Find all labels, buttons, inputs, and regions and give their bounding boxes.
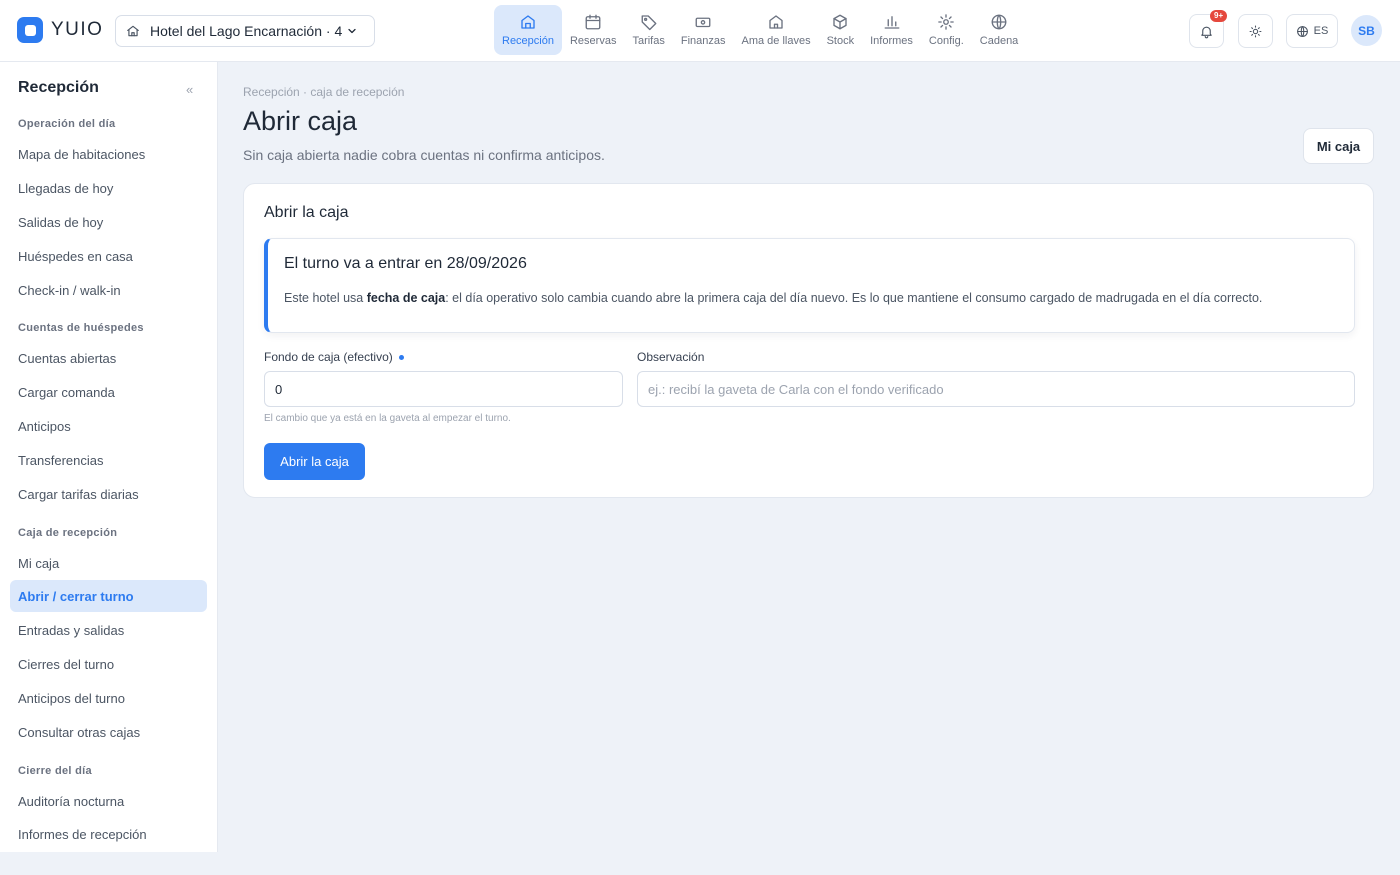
sidebar-section-label: Operación del día [18, 118, 116, 130]
note-label: Observación [637, 350, 705, 364]
sidebar-item-shift-advances[interactable]: Anticipos del turno [10, 682, 207, 714]
sidebar-section-label: Cierre del día [18, 765, 92, 777]
sidebar-title: Recepción [18, 79, 99, 96]
nav-rates[interactable]: Tarifas [624, 5, 672, 55]
hotel-icon [126, 24, 140, 38]
nav-label: Stock [826, 35, 855, 47]
required-indicator [398, 355, 404, 361]
collapse-sidebar-icon[interactable]: « [186, 82, 193, 97]
house-icon [767, 13, 785, 31]
sidebar-section-label: Caja de recepción [18, 527, 118, 539]
nav-reception[interactable]: Recepción [494, 5, 562, 55]
language-code: ES [1313, 25, 1329, 37]
reception-icon [519, 13, 537, 31]
top-bar: YUIO Hotel del Lago Encarnación · 4 Rece… [0, 0, 1400, 62]
sidebar-item-advances[interactable]: Anticipos [10, 410, 207, 442]
logo-icon [17, 17, 43, 43]
card-title: Abrir la caja [264, 204, 349, 221]
nav-label: Informes [870, 35, 913, 47]
page-title: Abrir caja [243, 106, 358, 136]
user-avatar[interactable]: SB [1351, 15, 1382, 46]
sidebar-item-daily-rates[interactable]: Cargar tarifas diarias [10, 478, 207, 510]
open-box-card: Abrir la caja El turno va a entrar en 28… [243, 183, 1374, 498]
open-box-button[interactable]: Abrir la caja [264, 443, 365, 480]
hotel-name: Hotel del Lago Encarnación · 4 [150, 23, 343, 39]
hotel-selector[interactable]: Hotel del Lago Encarnación · 4 [115, 15, 375, 47]
notifications-button[interactable]: 9+ [1189, 10, 1228, 48]
sidebar-item-arrivals[interactable]: Llegadas de hoy [10, 172, 207, 204]
sidebar-item-departures[interactable]: Salidas de hoy [10, 206, 207, 238]
sidebar-item-checkin[interactable]: Check-in / walk-in [10, 274, 207, 306]
brand-name: YUIO [51, 19, 104, 40]
globe-icon [990, 13, 1008, 31]
sun-icon [1249, 25, 1262, 38]
theme-toggle-button[interactable] [1238, 14, 1273, 48]
nav-label: Finanzas [680, 35, 726, 47]
nav-finance[interactable]: Finanzas [673, 5, 734, 55]
notice-emphasis: fecha de caja [366, 291, 446, 305]
bell-icon [1199, 24, 1214, 39]
sidebar-item-in-house[interactable]: Huéspedes en casa [10, 240, 207, 272]
notice-text: Este hotel usa fecha de caja: el día ope… [284, 291, 1263, 305]
notice-title: El turno va a entrar en 28/09/2026 [284, 255, 527, 272]
fund-hint: El cambio que ya está en la gaveta al em… [264, 413, 511, 424]
nav-reports[interactable]: Informes [862, 5, 921, 55]
nav-settings[interactable]: Config. [921, 5, 972, 55]
cash-icon [694, 13, 712, 31]
avatar-initials: SB [1351, 15, 1382, 46]
sidebar-item-shift-closings[interactable]: Cierres del turno [10, 648, 207, 680]
nav-label: Tarifas [632, 35, 665, 47]
fund-label: Fondo de caja (efectivo) [264, 350, 404, 364]
sidebar-item-other-boxes[interactable]: Consultar otras cajas [10, 716, 207, 748]
nav-label: Recepción [502, 35, 554, 47]
calendar-icon [584, 13, 602, 31]
sidebar-item-charge-order[interactable]: Cargar comanda [10, 376, 207, 408]
sidebar-item-room-map[interactable]: Mapa de habitaciones [10, 138, 207, 170]
nav-label: Config. [928, 35, 964, 47]
nav-label: Reservas [569, 35, 617, 47]
notification-badge: 9+ [1210, 10, 1228, 22]
page-subtitle: Sin caja abierta nadie cobra cuentas ni … [243, 147, 605, 163]
sidebar-section-label: Cuentas de huéspedes [18, 322, 144, 334]
nav-label: Cadena [979, 35, 1019, 47]
sidebar-item-my-box[interactable]: Mi caja [10, 547, 207, 579]
box-icon [831, 13, 849, 31]
my-box-button[interactable]: Mi caja [1303, 128, 1374, 164]
nav-housekeeping[interactable]: Ama de llaves [734, 5, 819, 55]
tag-icon [640, 13, 658, 31]
sidebar-item-reception-reports[interactable]: Informes de recepción [10, 818, 207, 850]
nav-reservations[interactable]: Reservas [562, 5, 624, 55]
sidebar-item-night-audit[interactable]: Auditoría nocturna [10, 785, 207, 817]
nav-label: Ama de llaves [741, 35, 811, 47]
language-button[interactable]: ES [1286, 14, 1338, 48]
brand-logo[interactable]: YUIO [17, 17, 103, 43]
shift-date-notice: El turno va a entrar en 28/09/2026 Este … [264, 238, 1355, 333]
gear-icon [937, 13, 955, 31]
nav-stock[interactable]: Stock [819, 5, 863, 55]
sidebar-item-open-close-shift[interactable]: Abrir / cerrar turno [10, 580, 207, 612]
sidebar: Recepción « Operación del día Mapa de ha… [0, 62, 218, 852]
observation-input[interactable] [637, 371, 1355, 407]
breadcrumb[interactable]: Recepción · caja de recepción [243, 85, 404, 99]
main-nav: Recepción Reservas Tarifas Finanzas Ama … [494, 5, 1026, 55]
cash-fund-input[interactable] [264, 371, 623, 407]
sidebar-item-open-accounts[interactable]: Cuentas abiertas [10, 342, 207, 374]
sidebar-item-transfers[interactable]: Transferencias [10, 444, 207, 476]
chevron-down-icon [346, 25, 358, 37]
sidebar-item-cash-in-out[interactable]: Entradas y salidas [10, 614, 207, 646]
nav-chain[interactable]: Cadena [972, 5, 1027, 55]
bar-chart-icon [883, 13, 901, 31]
globe-icon [1296, 25, 1309, 38]
